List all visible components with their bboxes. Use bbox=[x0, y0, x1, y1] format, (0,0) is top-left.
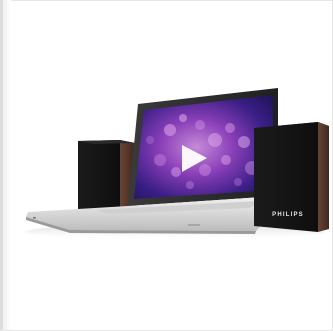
laptop-status-light bbox=[33, 217, 36, 219]
product-photo bbox=[25, 88, 329, 240]
laptop-port bbox=[188, 224, 200, 226]
laptop-screen bbox=[134, 95, 273, 199]
speaker-brand-logo: PHILIPS bbox=[272, 212, 304, 218]
laptop bbox=[26, 88, 282, 234]
